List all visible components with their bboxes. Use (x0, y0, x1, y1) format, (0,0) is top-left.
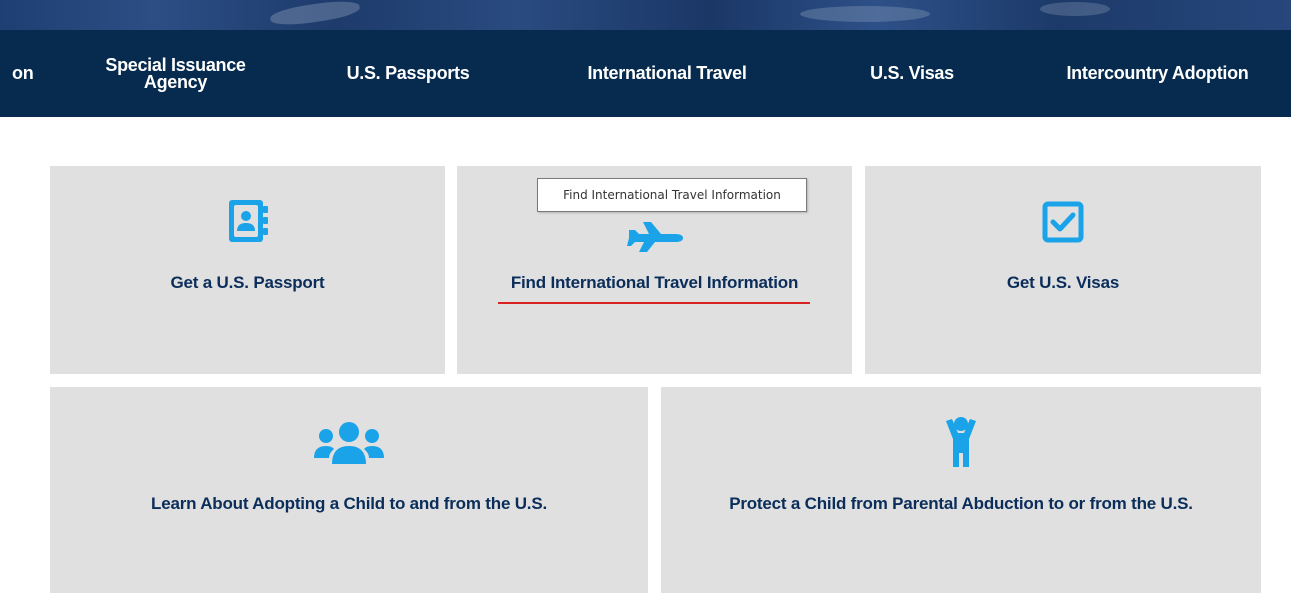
nav-item-special-issuance-agency[interactable]: Special Issuance Agency (88, 30, 263, 117)
map-landmass (800, 6, 930, 22)
child-icon (944, 415, 978, 476)
card-label: Learn About Adopting a Child to and from… (151, 494, 547, 513)
tooltip: Find International Travel Information (537, 178, 807, 212)
nav-item-label: U.S. Visas (870, 63, 954, 83)
map-landmass (1040, 2, 1110, 16)
main-navigation: on Special Issuance Agency U.S. Passport… (0, 30, 1291, 117)
nav-item-label: International Travel (587, 63, 747, 83)
nav-item-intercountry-adoption[interactable]: Intercountry Adoption (1045, 30, 1270, 117)
card-get-passport[interactable]: Get a U.S. Passport (50, 166, 445, 374)
family-group-icon (314, 420, 384, 471)
header-map-banner (0, 0, 1291, 30)
nav-item-truncated[interactable]: on (0, 30, 60, 117)
card-get-visas[interactable]: Get U.S. Visas (865, 166, 1261, 374)
card-label: Protect a Child from Parental Abduction … (729, 494, 1193, 513)
passport-book-icon (225, 198, 271, 249)
nav-item-label: Intercountry Adoption (1066, 63, 1249, 83)
card-label: Get U.S. Visas (1006, 273, 1120, 292)
nav-item-us-passports[interactable]: U.S. Passports (318, 30, 498, 117)
nav-item-label: Special Issuance Agency (105, 54, 246, 92)
card-label: Find International Travel Information (510, 273, 799, 292)
airplane-icon (625, 214, 685, 259)
card-adoption[interactable]: Learn About Adopting a Child to and from… (50, 387, 648, 593)
nav-item-label: on (12, 63, 34, 83)
hover-underline (498, 302, 810, 304)
checkbox-icon (1042, 201, 1084, 248)
nav-item-label: U.S. Passports (346, 63, 470, 83)
card-label: Get a U.S. Passport (170, 273, 325, 292)
map-landmass (269, 0, 361, 29)
card-parental-abduction[interactable]: Protect a Child from Parental Abduction … (661, 387, 1261, 593)
nav-item-international-travel[interactable]: International Travel (562, 30, 772, 117)
nav-item-us-visas[interactable]: U.S. Visas (842, 30, 982, 117)
